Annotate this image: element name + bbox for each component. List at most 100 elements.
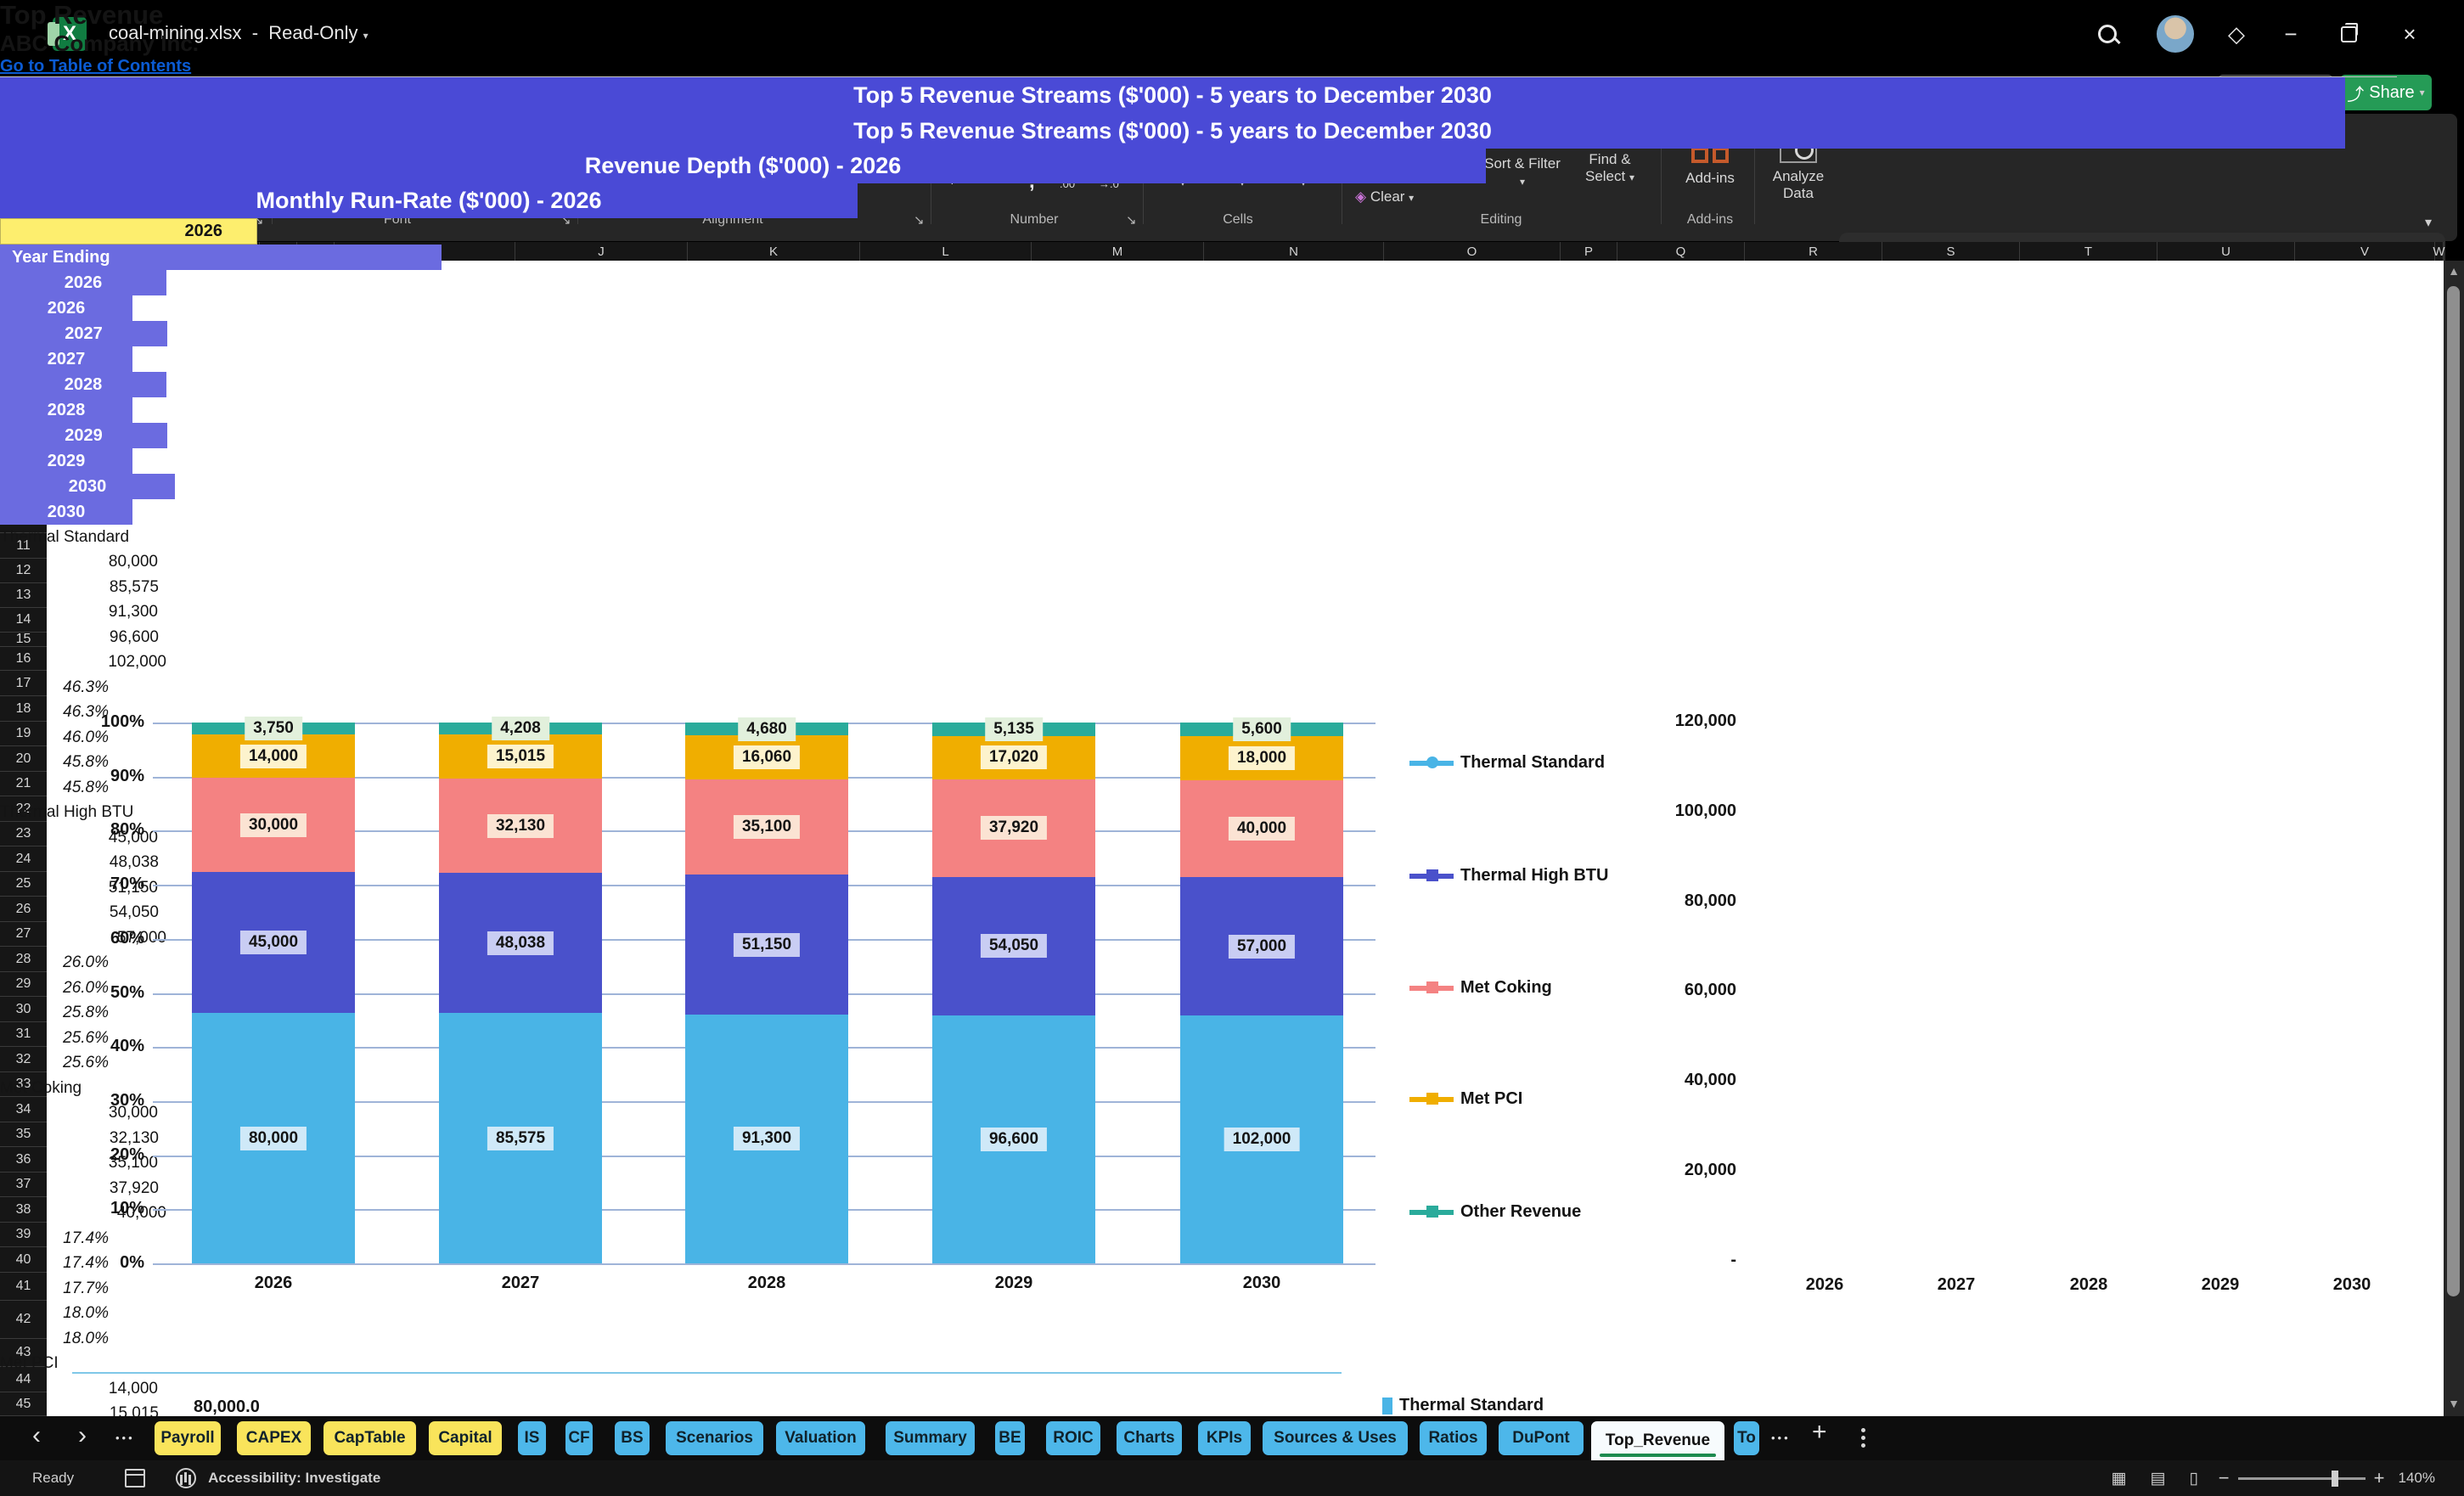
vertical-scrollbar[interactable]: ▲ ▼ [2444,261,2464,1416]
row-header-41[interactable]: 41 [0,1273,47,1301]
column-header-D[interactable]: D [148,242,185,261]
row-header-4[interactable]: 4 [0,363,47,386]
italic-button[interactable]: I [324,170,329,190]
normal-view-icon[interactable]: ▦ [2111,1469,2126,1488]
sheet-list-dots[interactable]: ••• [115,1431,135,1444]
autosum-button[interactable]: Σ AutoSum ▾ [1355,124,1438,143]
row-header-33[interactable]: 33 [0,1072,47,1097]
borders-button[interactable] [408,172,431,194]
row-header-1[interactable]: 1 [0,261,47,307]
sheet-tab-roic[interactable]: ROIC [1046,1421,1100,1455]
column-headers[interactable]: ABCDEFGHIJKLMNOPQRSTUVW [47,242,2445,261]
next-sheet-arrow[interactable]: › [78,1421,87,1450]
accounting-format-button[interactable]: $ ▾ [948,170,966,188]
column-header-Q[interactable]: Q [1617,242,1745,261]
page-break-view-icon[interactable]: ▯ [2189,1469,2197,1488]
sheet-tab-capital[interactable]: Capital [429,1421,502,1455]
column-header-M[interactable]: M [1032,242,1204,261]
wrap-text-button[interactable]: ab↵ Wrap Text [773,127,869,144]
row-header-20[interactable]: 20 [0,746,47,772]
row-header-17[interactable]: 17 [0,671,47,696]
increase-indent-button[interactable]: ⇒ [730,172,744,191]
number-format-select[interactable]: General ▾ [942,126,1122,155]
sheet-tab-payroll[interactable]: Payroll [155,1421,221,1455]
column-header-O[interactable]: O [1384,242,1561,261]
delete-cells-button[interactable]: Delete ▾ [1214,126,1270,188]
row-header-13[interactable]: 13 [0,583,47,608]
fill-button[interactable]: ⇩ Fill ▾ [1355,156,1398,173]
search-button[interactable] [2089,15,2126,53]
fill-color-button[interactable]: ◇ [455,168,468,193]
account-avatar[interactable] [2157,15,2194,53]
menu-tab-formulas[interactable]: Formulas [422,72,521,109]
sheet-tab-top-revenue[interactable]: Top_Revenue [1591,1421,1724,1460]
row-header-9[interactable]: 9 [0,482,47,509]
column-header-J[interactable]: J [515,242,688,261]
row-header-34[interactable]: 34 [0,1097,47,1122]
row-header-44[interactable]: 44 [0,1367,47,1392]
sheet-tab-cf[interactable]: CF [565,1421,593,1455]
column-header-W[interactable]: W [2433,242,2445,261]
font-name-select[interactable]: Tahoma ▾ [285,126,436,155]
row-header-23[interactable]: 23 [0,822,47,846]
clipboard-dialog-launcher[interactable]: ↘ [253,212,264,228]
column-header-G[interactable]: G [260,242,297,261]
row-header-11[interactable]: 11 [0,533,47,559]
row-header-30[interactable]: 30 [0,997,47,1022]
paste-button[interactable]: Paste ▾ [32,121,100,199]
row-header-10[interactable]: 10 [0,509,47,533]
font-color-button[interactable]: A [508,168,520,192]
zoom-out-button[interactable]: − [2219,1467,2230,1489]
column-header-P[interactable]: P [1561,242,1617,261]
column-header-I[interactable]: I [335,242,515,261]
clear-button[interactable]: ◈ Clear ▾ [1355,188,1414,205]
decrease-indent-button[interactable]: ⇐ [698,172,712,191]
column-header-N[interactable]: N [1204,242,1384,261]
row-headers[interactable]: 1 2 3 4 5 6 7 9 10 11 12 13 14 15 16 17 18 19 20 21 22 23 24 25… [0,261,47,1416]
column-header-R[interactable]: R [1745,242,1882,261]
format-painter-button[interactable]: ◆ Format Painter [115,188,226,205]
sheet-tab-summary[interactable]: Summary [886,1421,975,1455]
chevron-down-icon[interactable]: ▾ [363,30,368,42]
prev-sheet-arrow[interactable]: ‹ [32,1421,41,1450]
bold-button[interactable]: B [290,170,303,190]
sheet-tab-dupont[interactable]: DuPont [1499,1421,1584,1455]
grow-font-button[interactable]: A˄ [509,127,533,149]
copy-button[interactable]: ⧉ Copy ▾ [115,158,172,175]
zoom-slider[interactable] [2237,1470,2366,1487]
row-header-37[interactable]: 37 [0,1173,47,1197]
zoom-slider-knob[interactable] [2331,1470,2338,1487]
row-header-24[interactable]: 24 [0,846,47,872]
row-header-16[interactable]: 16 [0,647,47,671]
alignment-dialog-launcher[interactable]: ↘ [914,212,925,228]
sheet-tab-sources-uses[interactable]: Sources & Uses [1263,1421,1408,1455]
sort-filter-button[interactable]: AZ⇅ ▽ Sort & Filter ▾ [1484,127,1561,190]
increase-decimal-button[interactable]: ←.0.00 [1060,166,1080,190]
row-header-38[interactable]: 38 [0,1197,47,1223]
column-header-A[interactable]: A [47,242,72,261]
restore-button[interactable] [2330,15,2367,53]
scroll-up-arrow[interactable]: ▲ [2444,264,2464,278]
number-dialog-launcher[interactable]: ↘ [1126,212,1137,228]
sheet-tab-valuation[interactable]: Valuation [776,1421,865,1455]
decrease-decimal-button[interactable]: .00 →.0 [1099,166,1119,190]
menu-tab-data[interactable]: Data [521,72,586,109]
column-header-F[interactable]: F [222,242,260,261]
format-cells-button[interactable]: Format ▾ [1274,126,1333,188]
analyze-data-button[interactable]: Analyze Data [1759,126,1837,202]
row-header-2[interactable]: 2 [0,307,47,341]
sheet-tab-be[interactable]: BE [995,1421,1025,1455]
vertical-scroll-thumb[interactable] [2447,286,2460,1296]
align-center-button[interactable] [625,177,647,192]
row-header-22[interactable]: 22 [0,796,47,822]
menu-tab-help[interactable]: Help [838,72,902,109]
row-header-26[interactable]: 26 [0,897,47,922]
find-select-button[interactable]: Find & Select ▾ [1569,127,1651,186]
row-header-39[interactable]: 39 [0,1223,47,1247]
row-header-27[interactable]: 27 [0,922,47,947]
column-header-L[interactable]: L [860,242,1032,261]
align-right-button[interactable] [655,177,678,192]
tab-overflow-dots[interactable]: ••• [1771,1431,1791,1444]
sheet-tab-to[interactable]: To [1734,1421,1759,1455]
zoom-level[interactable]: 140% [2399,1470,2435,1487]
